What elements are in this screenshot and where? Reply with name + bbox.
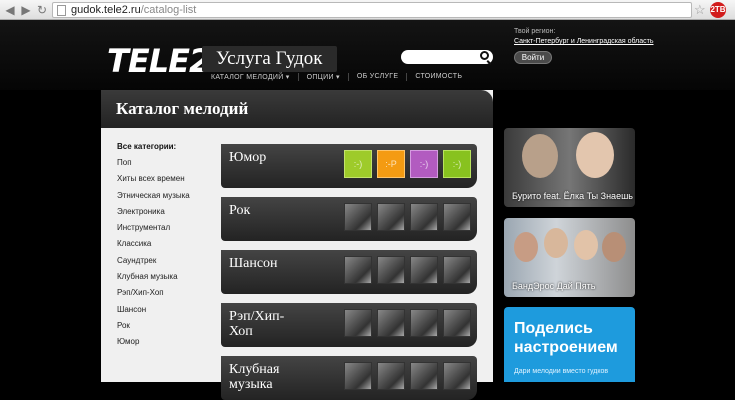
genre-label: Юмор <box>229 150 267 165</box>
menu-options[interactable]: ОПЦИИ ▾ <box>307 73 349 81</box>
genre-thumbs <box>344 256 471 284</box>
thumbnail[interactable]: :-) <box>410 150 438 178</box>
forward-icon[interactable]: ▶ <box>19 3 33 17</box>
genre-card-rap[interactable]: Рэп/Хип-Хоп <box>221 303 477 347</box>
url-host: gudok.tele2.ru <box>71 4 141 16</box>
search-input[interactable] <box>401 50 493 64</box>
share-promo-subtitle: Дари мелодии вместо гудков <box>514 368 609 375</box>
genre-label: Рок <box>229 203 251 218</box>
thumbnail[interactable] <box>377 203 405 231</box>
browser-toolbar: ◀ ▶ ↻ gudok.tele2.ru/catalog-list ☆ 2TB <box>0 0 735 20</box>
category-item[interactable]: Шансон <box>117 305 217 321</box>
promo-caption: Бурито feat. Ёлка Ты Знаешь <box>512 191 633 201</box>
thumbnail[interactable] <box>410 309 438 337</box>
thumbnail[interactable]: :-) <box>344 150 372 178</box>
main-menu: КАТАЛОГ МЕЛОДИЙ ▾ ОПЦИИ ▾ ОБ УСЛУГЕ СТОИ… <box>211 73 478 81</box>
genre-label: Шансон <box>229 256 278 271</box>
thumbnail[interactable] <box>410 256 438 284</box>
login-button[interactable]: Войти <box>514 51 552 64</box>
thumbnail[interactable] <box>344 362 372 390</box>
reload-icon[interactable]: ↻ <box>35 3 49 17</box>
share-promo-title: Поделись настроением <box>514 320 618 356</box>
thumbnail[interactable] <box>344 203 372 231</box>
search-icon[interactable] <box>480 51 489 60</box>
genre-card-rock[interactable]: Рок <box>221 197 477 241</box>
back-icon[interactable]: ◀ <box>3 3 17 17</box>
tele2-logo[interactable]: TELE2 <box>107 42 211 80</box>
category-item[interactable]: Поп <box>117 158 217 174</box>
catalog-header: Каталог мелодий <box>101 90 493 128</box>
catalog-panel: Каталог мелодий Все категории: Поп Хиты … <box>101 90 493 400</box>
catalog-title: Каталог мелодий <box>116 99 249 118</box>
thumbnail[interactable] <box>443 309 471 337</box>
thumbnail[interactable] <box>377 362 405 390</box>
category-list: Все категории: Поп Хиты всех времен Этни… <box>117 142 217 354</box>
thumbnail[interactable] <box>443 362 471 390</box>
bookmark-star-icon[interactable]: ☆ <box>694 2 706 18</box>
address-bar[interactable]: gudok.tele2.ru/catalog-list <box>52 2 692 18</box>
thumbnail[interactable] <box>377 309 405 337</box>
category-item[interactable]: Этническая музыка <box>117 191 217 207</box>
category-item[interactable]: Саундтрек <box>117 256 217 272</box>
menu-price[interactable]: СТОИМОСТЬ <box>415 73 470 81</box>
category-item[interactable]: Инструментал <box>117 223 217 239</box>
region-label: Твой регион: <box>514 28 556 35</box>
genre-card-chanson[interactable]: Шансон <box>221 250 477 294</box>
category-item[interactable]: Рок <box>117 321 217 337</box>
promo-banner-banderos[interactable]: БандЭрос Дай Пять <box>504 218 635 297</box>
category-item[interactable]: Хиты всех времен <box>117 174 217 190</box>
genre-thumbs: :-) :-P :-) :-) <box>344 150 471 178</box>
thumbnail[interactable] <box>344 309 372 337</box>
artist-photo <box>576 132 614 178</box>
thumbnail[interactable]: :-P <box>377 150 405 178</box>
service-title: Услуга Гудок <box>202 46 337 72</box>
artist-photo <box>602 232 626 262</box>
thumbnail[interactable] <box>410 362 438 390</box>
category-item[interactable]: Электроника <box>117 207 217 223</box>
category-heading[interactable]: Все категории: <box>117 142 217 151</box>
genre-label: Клубная музыка <box>229 362 280 392</box>
artist-photo <box>544 228 568 258</box>
thumbnail[interactable]: :-) <box>443 150 471 178</box>
genre-card-club[interactable]: Клубная музыка <box>221 356 477 400</box>
extension-icon[interactable]: 2TB <box>710 2 726 18</box>
promo-caption: БандЭрос Дай Пять <box>512 281 596 291</box>
genre-thumbs <box>344 203 471 231</box>
category-item[interactable]: Юмор <box>117 337 217 353</box>
artist-photo <box>522 134 558 178</box>
thumbnail[interactable] <box>443 203 471 231</box>
category-item[interactable]: Клубная музыка <box>117 272 217 288</box>
genre-label: Рэп/Хип-Хоп <box>229 309 285 339</box>
menu-catalog[interactable]: КАТАЛОГ МЕЛОДИЙ ▾ <box>211 73 299 81</box>
thumbnail[interactable] <box>410 203 438 231</box>
url-path: /catalog-list <box>140 4 197 16</box>
thumbnail[interactable] <box>344 256 372 284</box>
category-item[interactable]: Классика <box>117 239 217 255</box>
site-header: TELE2 Услуга Гудок КАТАЛОГ МЕЛОДИЙ ▾ ОПЦ… <box>0 20 735 90</box>
menu-about[interactable]: ОБ УСЛУГЕ <box>357 73 408 81</box>
genre-thumbs <box>344 362 471 390</box>
thumbnail[interactable] <box>377 256 405 284</box>
category-item[interactable]: Рэп/Хип-Хоп <box>117 288 217 304</box>
artist-photo <box>574 230 598 260</box>
promo-banner-burito[interactable]: Бурито feat. Ёлка Ты Знаешь <box>504 128 635 207</box>
thumbnail[interactable] <box>443 256 471 284</box>
genre-card-humor[interactable]: Юмор :-) :-P :-) :-) <box>221 144 477 188</box>
genre-thumbs <box>344 309 471 337</box>
artist-photo <box>514 232 538 262</box>
share-promo[interactable]: Поделись настроением Дари мелодии вместо… <box>504 307 635 382</box>
page-icon <box>57 5 66 16</box>
region-selector[interactable]: Санкт-Петербург и Ленинградская область <box>514 38 654 45</box>
